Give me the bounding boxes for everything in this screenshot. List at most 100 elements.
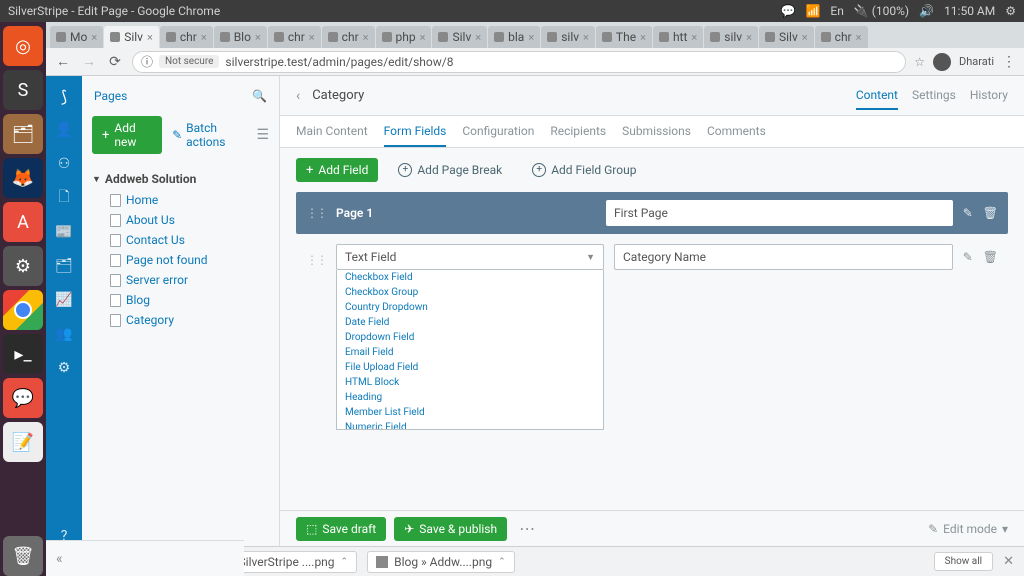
browser-tab[interactable]: chr×	[160, 26, 213, 48]
save-draft-button[interactable]: ⬚ Save draft	[296, 517, 386, 541]
save-publish-button[interactable]: ✈ Save & publish	[394, 517, 507, 541]
url-field[interactable]: ⓘ Not secure silverstripe.test/admin/pag…	[132, 51, 906, 73]
forward-button[interactable]: →	[80, 53, 98, 71]
rail-pages-icon[interactable]: 👤	[54, 120, 74, 140]
tree-item[interactable]: Contact Us	[92, 230, 269, 250]
field-name-input[interactable]: Category Name	[614, 244, 953, 270]
silverstripe-logo-icon[interactable]: ⟆	[54, 86, 74, 106]
page-title-input[interactable]: First Page	[606, 200, 953, 226]
browser-tab[interactable]: bla×	[488, 26, 540, 48]
back-chevron-icon[interactable]: ‹	[296, 88, 300, 104]
show-all-downloads[interactable]: Show all	[934, 552, 993, 571]
chevron-up-icon[interactable]: ⌃	[341, 557, 349, 567]
tree-item[interactable]: About Us	[92, 210, 269, 230]
drag-handle-icon[interactable]: ⋮⋮	[306, 253, 326, 267]
download-chip[interactable]: Blog » Addw....png⌃	[367, 551, 515, 573]
tree-item[interactable]: Home	[92, 190, 269, 210]
dropdown-option[interactable]: File Upload Field	[337, 360, 603, 375]
add-field-group-button[interactable]: + Add Field Group	[522, 159, 646, 181]
dropdown-option[interactable]: Member List Field	[337, 405, 603, 420]
battery-indicator[interactable]: 🔌 (100%)	[854, 4, 909, 18]
browser-tab[interactable]: htt×	[653, 26, 703, 48]
add-field-button[interactable]: + Add Field	[296, 158, 378, 182]
clock[interactable]: 11:50 AM	[944, 4, 995, 18]
rail-security-icon[interactable]: 👥	[54, 324, 74, 344]
browser-tab[interactable]: php×	[376, 26, 432, 48]
sub-tab[interactable]: Form Fields	[384, 116, 447, 147]
terminal-icon[interactable]: ▸_	[3, 334, 43, 374]
browser-tab[interactable]: Silv×	[759, 26, 814, 48]
sidebar-collapse[interactable]: «	[46, 540, 244, 576]
back-button[interactable]: ←	[54, 53, 72, 71]
browser-tab[interactable]: silv×	[704, 26, 758, 48]
browser-tab[interactable]: Silv×	[432, 26, 487, 48]
batch-actions-link[interactable]: ✎ Batch actions	[172, 121, 246, 149]
software-icon[interactable]: A	[3, 202, 43, 242]
rail-stats-icon[interactable]: 📈	[54, 290, 74, 310]
reload-button[interactable]: ⟳	[106, 53, 124, 71]
browser-tab[interactable]: Silv×	[104, 26, 159, 48]
dropdown-option[interactable]: Country Dropdown	[337, 300, 603, 315]
chrome-icon[interactable]	[3, 290, 43, 330]
browser-tab[interactable]: chr×	[322, 26, 375, 48]
tree-root[interactable]: ▼ Addweb Solution	[92, 168, 269, 190]
header-tab[interactable]: Content	[856, 82, 898, 110]
drag-handle-icon[interactable]: ⋮⋮	[306, 206, 326, 220]
header-tab[interactable]: History	[970, 82, 1008, 110]
rail-files-icon[interactable]: 🗋	[54, 188, 74, 208]
add-new-button[interactable]: + Add new	[92, 116, 162, 154]
sub-tab[interactable]: Recipients	[550, 116, 606, 147]
list-view-icon[interactable]: ☰	[256, 127, 269, 143]
dropdown-option[interactable]: Date Field	[337, 315, 603, 330]
sub-tab[interactable]: Comments	[707, 116, 766, 147]
input-method[interactable]: En	[830, 4, 843, 18]
browser-tab[interactable]: chr×	[815, 26, 868, 48]
dropdown-option[interactable]: Numeric Field	[337, 420, 603, 430]
wifi-icon[interactable]: 📶	[805, 4, 820, 18]
edit-mode-toggle[interactable]: ✎ Edit mode ▾	[928, 522, 1008, 536]
chrome-menu-icon[interactable]: ⋮	[1002, 54, 1016, 70]
rail-reports-icon[interactable]: 🗂	[54, 256, 74, 276]
tree-item[interactable]: Blog	[92, 290, 269, 310]
more-actions-icon[interactable]: ⋯	[519, 519, 535, 538]
field-type-select[interactable]: Text Field ▼ Checkbox FieldCheckbox Grou…	[336, 244, 604, 270]
add-page-break-button[interactable]: + Add Page Break	[388, 159, 512, 181]
delete-trash-icon[interactable]: 🗑	[983, 206, 998, 220]
profile-avatar[interactable]	[933, 53, 951, 71]
dropdown-option[interactable]: Dropdown Field	[337, 330, 603, 345]
edit-pencil-icon[interactable]: ✎	[963, 206, 973, 220]
chevron-up-icon[interactable]: ⌃	[498, 557, 506, 567]
edit-pencil-icon[interactable]: ✎	[963, 250, 973, 264]
search-icon[interactable]: 🔍	[252, 89, 267, 103]
sub-tab[interactable]: Main Content	[296, 116, 368, 147]
notes-icon[interactable]: 📝	[3, 422, 43, 462]
tree-item[interactable]: Page not found	[92, 250, 269, 270]
rail-sitemap-icon[interactable]: ⚇	[54, 154, 74, 174]
bookmark-star-icon[interactable]: ☆	[914, 55, 925, 69]
volume-icon[interactable]: 🔊	[919, 4, 934, 18]
browser-tab[interactable]: silv×	[541, 26, 595, 48]
settings-gear-icon[interactable]: ⚙	[1005, 4, 1016, 18]
sub-tab[interactable]: Submissions	[622, 116, 691, 147]
browser-tab[interactable]: Blo×	[214, 26, 267, 48]
dropdown-option[interactable]: Checkbox Field	[337, 270, 603, 285]
rail-campaigns-icon[interactable]: 📰	[54, 222, 74, 242]
tree-item[interactable]: Category	[92, 310, 269, 330]
dropdown-option[interactable]: HTML Block	[337, 375, 603, 390]
browser-tab[interactable]: chr×	[268, 26, 321, 48]
settings-icon[interactable]: ⚙	[3, 246, 43, 286]
firefox-icon[interactable]: 🦊	[3, 158, 43, 198]
browser-tab[interactable]: The×	[596, 26, 652, 48]
delete-trash-icon[interactable]: 🗑	[983, 250, 998, 264]
close-downloads-icon[interactable]: ✕	[1003, 554, 1014, 569]
browser-tab[interactable]: Mo×	[50, 26, 103, 48]
sublime-icon[interactable]: S	[3, 70, 43, 110]
dropdown-option[interactable]: Heading	[337, 390, 603, 405]
messenger-icon[interactable]: 💬	[3, 378, 43, 418]
dropdown-option[interactable]: Checkbox Group	[337, 285, 603, 300]
trash-icon[interactable]: 🗑	[3, 536, 43, 576]
files-icon[interactable]: 🗂	[3, 114, 43, 154]
header-tab[interactable]: Settings	[912, 82, 956, 110]
tree-item[interactable]: Server error	[92, 270, 269, 290]
dash-icon[interactable]: ◎	[3, 26, 43, 66]
